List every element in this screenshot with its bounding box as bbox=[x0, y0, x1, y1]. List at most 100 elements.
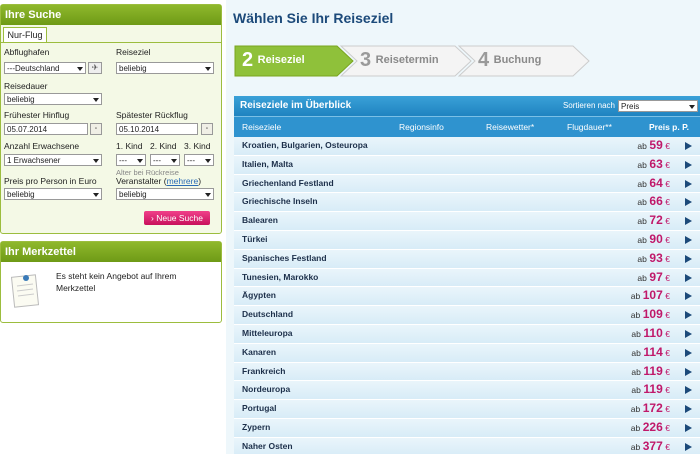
arrow-right-icon[interactable] bbox=[685, 179, 692, 188]
table-row[interactable]: Kanaren ab 114 € bbox=[234, 343, 700, 363]
col-reiseziele[interactable]: Reiseziele bbox=[242, 117, 281, 137]
veranstalter-link[interactable]: mehrere bbox=[167, 176, 199, 186]
destination-name[interactable]: Griechische Inseln bbox=[242, 193, 318, 211]
kind3-value: --- bbox=[187, 156, 195, 165]
currency: € bbox=[665, 253, 670, 264]
destination-name[interactable]: Ägypten bbox=[242, 287, 276, 305]
currency: € bbox=[665, 328, 670, 339]
price-prefix: ab bbox=[630, 404, 641, 415]
abflughafen-select[interactable]: ---Deutschland bbox=[4, 62, 86, 74]
price-cell: ab 109 € bbox=[631, 306, 670, 325]
price-prefix: ab bbox=[637, 178, 647, 189]
reisedauer-value: beliebig bbox=[7, 95, 35, 104]
arrow-right-icon[interactable] bbox=[685, 142, 692, 150]
destination-name[interactable]: Zypern bbox=[242, 419, 270, 437]
table-row[interactable]: Spanisches Festland ab 93 € bbox=[234, 249, 700, 269]
new-search-button[interactable]: › Neue Suche bbox=[144, 211, 210, 225]
table-row[interactable]: Griechische Inseln ab 66 € bbox=[234, 193, 700, 213]
table-row[interactable]: Griechenland Festland ab 64 € bbox=[234, 174, 700, 194]
reisedauer-select[interactable]: beliebig bbox=[4, 93, 102, 105]
hinflug-input[interactable]: 05.07.2014 bbox=[4, 123, 88, 135]
preis-select[interactable]: beliebig bbox=[4, 188, 102, 200]
arrow-right-icon[interactable] bbox=[685, 235, 692, 244]
arrow-right-icon[interactable] bbox=[685, 311, 692, 320]
table-row[interactable]: Kroatien, Bulgarien, Osteuropa ab 59 € bbox=[234, 137, 700, 156]
col-preis[interactable]: Preis p. P. bbox=[649, 117, 689, 137]
table-row[interactable]: Naher Osten ab 377 € bbox=[234, 437, 700, 454]
table-row[interactable]: Deutschland ab 109 € bbox=[234, 306, 700, 325]
table-row[interactable]: Zypern ab 226 € bbox=[234, 418, 700, 438]
destination-name[interactable]: Nordeuropa bbox=[242, 381, 290, 399]
arrow-right-icon[interactable] bbox=[685, 273, 692, 282]
reiseziel-select[interactable]: beliebig bbox=[116, 62, 214, 74]
destination-name[interactable]: Mitteleuropa bbox=[242, 325, 293, 343]
destination-name[interactable]: Deutschland bbox=[242, 306, 293, 324]
destination-name[interactable]: Tunesien, Marokko bbox=[242, 269, 318, 287]
currency: € bbox=[665, 178, 670, 189]
step-reisetermin: 3 Reisetermin bbox=[360, 44, 439, 76]
chevron-down-icon bbox=[77, 67, 83, 71]
veranstalter-label-text: Veranstalter ( bbox=[116, 176, 167, 186]
calendar-icon[interactable]: ▫ bbox=[201, 123, 213, 135]
table-row[interactable]: Balearen ab 72 € bbox=[234, 212, 700, 231]
rueckflug-input[interactable]: 05.10.2014 bbox=[116, 123, 198, 135]
chevron-down-icon bbox=[205, 159, 211, 163]
airplane-icon[interactable]: ✈ bbox=[88, 62, 102, 74]
kind1-select[interactable]: --- bbox=[116, 154, 146, 166]
destination-name[interactable]: Griechenland Festland bbox=[242, 175, 334, 193]
arrow-right-icon[interactable] bbox=[685, 423, 692, 432]
price-prefix: ab bbox=[631, 347, 641, 358]
arrow-right-icon[interactable] bbox=[685, 367, 692, 376]
arrow-right-icon[interactable] bbox=[685, 386, 692, 395]
table-body: Kroatien, Bulgarien, Osteuropa ab 59 € Ita… bbox=[234, 137, 700, 454]
price-value: 66 bbox=[649, 194, 663, 209]
chevron-down-icon bbox=[93, 193, 99, 197]
arrow-right-icon[interactable] bbox=[685, 348, 692, 357]
reiseziel-label: Reiseziel bbox=[116, 47, 151, 57]
notepad-icon bbox=[11, 274, 40, 308]
destination-name[interactable]: Balearen bbox=[242, 212, 278, 230]
arrow-right-icon[interactable] bbox=[685, 217, 692, 226]
table-row[interactable]: Türkei ab 90 € bbox=[234, 230, 700, 250]
veranstalter-select[interactable]: beliebig bbox=[116, 188, 214, 200]
destination-name[interactable]: Frankreich bbox=[242, 363, 285, 381]
arrow-right-icon[interactable] bbox=[685, 442, 692, 451]
table-row[interactable]: Italien, Malta ab 63 € bbox=[234, 155, 700, 175]
tab-nur-flug[interactable]: Nur-Flug bbox=[3, 27, 47, 42]
calendar-icon[interactable]: ▫ bbox=[90, 123, 102, 135]
arrow-right-icon[interactable] bbox=[685, 329, 692, 338]
table-row[interactable]: Portugal ab 172 € bbox=[234, 400, 700, 419]
destination-name[interactable]: Naher Osten bbox=[242, 438, 293, 454]
currency: € bbox=[665, 159, 670, 170]
price-cell: ab 119 € bbox=[631, 363, 670, 382]
price-value: 114 bbox=[643, 344, 663, 359]
destination-name[interactable]: Kanaren bbox=[242, 344, 276, 362]
step-3-number: 3 bbox=[360, 49, 372, 71]
table-row[interactable]: Ägypten ab 107 € bbox=[234, 287, 700, 307]
kind2-select[interactable]: --- bbox=[150, 154, 180, 166]
destination-name[interactable]: Türkei bbox=[242, 231, 268, 249]
destination-name[interactable]: Portugal bbox=[242, 400, 276, 418]
table-row[interactable]: Frankreich ab 119 € bbox=[234, 362, 700, 382]
price-cell: ab 110 € bbox=[631, 325, 670, 344]
destination-name[interactable]: Spanisches Festland bbox=[242, 250, 327, 268]
table-row[interactable]: Tunesien, Marokko ab 97 € bbox=[234, 268, 700, 288]
veranstalter-value: beliebig bbox=[119, 190, 147, 199]
table-row[interactable]: Nordeuropa ab 119 € bbox=[234, 381, 700, 401]
kind3-select[interactable]: --- bbox=[184, 154, 214, 166]
arrow-right-icon[interactable] bbox=[685, 160, 692, 169]
arrow-right-icon[interactable] bbox=[685, 254, 692, 263]
erwachsene-select[interactable]: 1 Erwachsener bbox=[4, 154, 102, 166]
currency: € bbox=[665, 141, 670, 151]
arrow-right-icon[interactable] bbox=[685, 292, 692, 301]
arrow-right-icon[interactable] bbox=[685, 198, 692, 207]
table-row[interactable]: Mitteleuropa ab 110 € bbox=[234, 324, 700, 344]
kind2-value: --- bbox=[153, 156, 161, 165]
destination-name[interactable]: Italien, Malta bbox=[242, 156, 293, 174]
arrow-right-icon[interactable] bbox=[685, 405, 692, 414]
destination-name[interactable]: Kroatien, Bulgarien, Osteuropa bbox=[242, 137, 368, 155]
price-value: 226 bbox=[642, 419, 663, 434]
sort-select[interactable]: Preis bbox=[618, 100, 698, 112]
price-prefix: ab bbox=[637, 216, 647, 227]
preis-label: Preis pro Person in Euro bbox=[4, 176, 97, 186]
